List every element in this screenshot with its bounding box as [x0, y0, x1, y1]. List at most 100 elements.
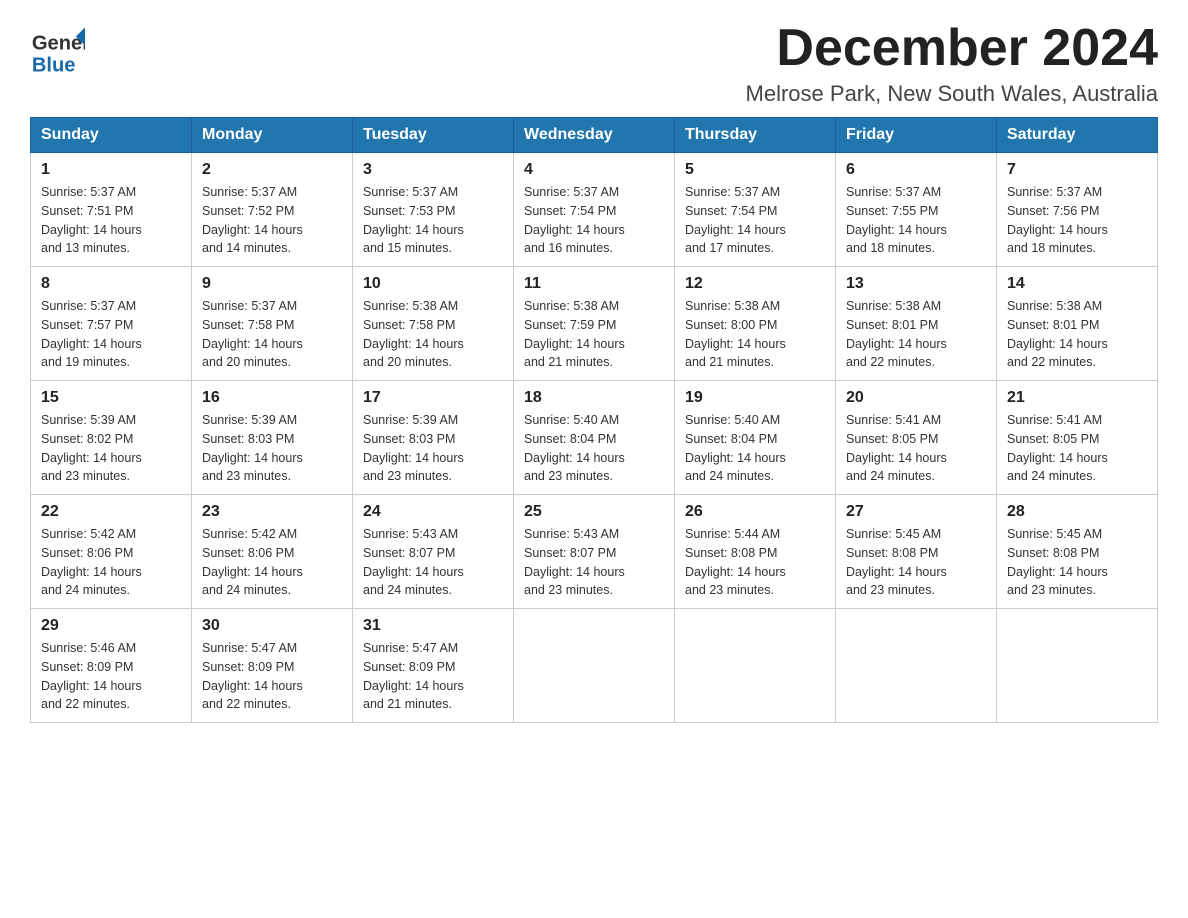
day-number: 27: [846, 503, 986, 521]
day-cell: 19 Sunrise: 5:40 AM Sunset: 8:04 PM Dayl…: [675, 381, 836, 495]
day-info: Sunrise: 5:45 AM Sunset: 8:08 PM Dayligh…: [1007, 525, 1147, 600]
weekday-header-tuesday: Tuesday: [353, 118, 514, 153]
day-cell: 28 Sunrise: 5:45 AM Sunset: 8:08 PM Dayl…: [997, 495, 1158, 609]
day-number: 21: [1007, 389, 1147, 407]
day-cell: 29 Sunrise: 5:46 AM Sunset: 8:09 PM Dayl…: [31, 609, 192, 723]
day-info: Sunrise: 5:46 AM Sunset: 8:09 PM Dayligh…: [41, 639, 181, 714]
day-cell: 22 Sunrise: 5:42 AM Sunset: 8:06 PM Dayl…: [31, 495, 192, 609]
month-title: December 2024: [746, 20, 1158, 77]
day-info: Sunrise: 5:37 AM Sunset: 7:54 PM Dayligh…: [685, 183, 825, 258]
day-number: 10: [363, 275, 503, 293]
day-number: 15: [41, 389, 181, 407]
day-info: Sunrise: 5:37 AM Sunset: 7:57 PM Dayligh…: [41, 297, 181, 372]
day-cell: 25 Sunrise: 5:43 AM Sunset: 8:07 PM Dayl…: [514, 495, 675, 609]
day-cell: 10 Sunrise: 5:38 AM Sunset: 7:58 PM Dayl…: [353, 267, 514, 381]
week-row-1: 1 Sunrise: 5:37 AM Sunset: 7:51 PM Dayli…: [31, 153, 1158, 267]
day-cell: [514, 609, 675, 723]
day-cell: 21 Sunrise: 5:41 AM Sunset: 8:05 PM Dayl…: [997, 381, 1158, 495]
title-section: December 2024 Melrose Park, New South Wa…: [746, 20, 1158, 107]
day-cell: 3 Sunrise: 5:37 AM Sunset: 7:53 PM Dayli…: [353, 153, 514, 267]
day-cell: 20 Sunrise: 5:41 AM Sunset: 8:05 PM Dayl…: [836, 381, 997, 495]
day-number: 28: [1007, 503, 1147, 521]
day-cell: 24 Sunrise: 5:43 AM Sunset: 8:07 PM Dayl…: [353, 495, 514, 609]
day-info: Sunrise: 5:37 AM Sunset: 7:58 PM Dayligh…: [202, 297, 342, 372]
day-info: Sunrise: 5:45 AM Sunset: 8:08 PM Dayligh…: [846, 525, 986, 600]
day-info: Sunrise: 5:43 AM Sunset: 8:07 PM Dayligh…: [524, 525, 664, 600]
day-number: 2: [202, 161, 342, 179]
day-number: 19: [685, 389, 825, 407]
weekday-header-sunday: Sunday: [31, 118, 192, 153]
day-number: 26: [685, 503, 825, 521]
day-number: 25: [524, 503, 664, 521]
day-cell: 9 Sunrise: 5:37 AM Sunset: 7:58 PM Dayli…: [192, 267, 353, 381]
day-number: 8: [41, 275, 181, 293]
day-info: Sunrise: 5:38 AM Sunset: 8:01 PM Dayligh…: [846, 297, 986, 372]
day-info: Sunrise: 5:42 AM Sunset: 8:06 PM Dayligh…: [202, 525, 342, 600]
day-info: Sunrise: 5:38 AM Sunset: 7:59 PM Dayligh…: [524, 297, 664, 372]
week-row-5: 29 Sunrise: 5:46 AM Sunset: 8:09 PM Dayl…: [31, 609, 1158, 723]
weekday-header-wednesday: Wednesday: [514, 118, 675, 153]
day-cell: 18 Sunrise: 5:40 AM Sunset: 8:04 PM Dayl…: [514, 381, 675, 495]
day-number: 9: [202, 275, 342, 293]
day-number: 12: [685, 275, 825, 293]
day-number: 17: [363, 389, 503, 407]
day-cell: 13 Sunrise: 5:38 AM Sunset: 8:01 PM Dayl…: [836, 267, 997, 381]
day-number: 22: [41, 503, 181, 521]
day-cell: [675, 609, 836, 723]
day-cell: 27 Sunrise: 5:45 AM Sunset: 8:08 PM Dayl…: [836, 495, 997, 609]
week-row-2: 8 Sunrise: 5:37 AM Sunset: 7:57 PM Dayli…: [31, 267, 1158, 381]
day-cell: 4 Sunrise: 5:37 AM Sunset: 7:54 PM Dayli…: [514, 153, 675, 267]
day-info: Sunrise: 5:39 AM Sunset: 8:03 PM Dayligh…: [363, 411, 503, 486]
day-number: 23: [202, 503, 342, 521]
week-row-4: 22 Sunrise: 5:42 AM Sunset: 8:06 PM Dayl…: [31, 495, 1158, 609]
day-info: Sunrise: 5:47 AM Sunset: 8:09 PM Dayligh…: [202, 639, 342, 714]
day-number: 31: [363, 617, 503, 635]
day-cell: 23 Sunrise: 5:42 AM Sunset: 8:06 PM Dayl…: [192, 495, 353, 609]
day-info: Sunrise: 5:39 AM Sunset: 8:02 PM Dayligh…: [41, 411, 181, 486]
day-number: 30: [202, 617, 342, 635]
location-title: Melrose Park, New South Wales, Australia: [746, 81, 1158, 107]
day-number: 5: [685, 161, 825, 179]
day-number: 24: [363, 503, 503, 521]
day-info: Sunrise: 5:38 AM Sunset: 7:58 PM Dayligh…: [363, 297, 503, 372]
day-number: 16: [202, 389, 342, 407]
logo-icon: General Blue: [30, 20, 85, 75]
day-info: Sunrise: 5:42 AM Sunset: 8:06 PM Dayligh…: [41, 525, 181, 600]
day-cell: 30 Sunrise: 5:47 AM Sunset: 8:09 PM Dayl…: [192, 609, 353, 723]
day-number: 7: [1007, 161, 1147, 179]
day-cell: 2 Sunrise: 5:37 AM Sunset: 7:52 PM Dayli…: [192, 153, 353, 267]
logo: General Blue: [30, 20, 85, 75]
day-info: Sunrise: 5:44 AM Sunset: 8:08 PM Dayligh…: [685, 525, 825, 600]
day-info: Sunrise: 5:41 AM Sunset: 8:05 PM Dayligh…: [1007, 411, 1147, 486]
day-info: Sunrise: 5:37 AM Sunset: 7:56 PM Dayligh…: [1007, 183, 1147, 258]
day-number: 3: [363, 161, 503, 179]
day-cell: 15 Sunrise: 5:39 AM Sunset: 8:02 PM Dayl…: [31, 381, 192, 495]
day-info: Sunrise: 5:38 AM Sunset: 8:01 PM Dayligh…: [1007, 297, 1147, 372]
day-info: Sunrise: 5:37 AM Sunset: 7:53 PM Dayligh…: [363, 183, 503, 258]
day-cell: 31 Sunrise: 5:47 AM Sunset: 8:09 PM Dayl…: [353, 609, 514, 723]
day-cell: 14 Sunrise: 5:38 AM Sunset: 8:01 PM Dayl…: [997, 267, 1158, 381]
day-number: 11: [524, 275, 664, 293]
day-number: 29: [41, 617, 181, 635]
calendar-table: SundayMondayTuesdayWednesdayThursdayFrid…: [30, 117, 1158, 723]
day-cell: [836, 609, 997, 723]
day-number: 14: [1007, 275, 1147, 293]
week-row-3: 15 Sunrise: 5:39 AM Sunset: 8:02 PM Dayl…: [31, 381, 1158, 495]
svg-text:Blue: Blue: [32, 54, 76, 75]
weekday-header-friday: Friday: [836, 118, 997, 153]
day-cell: 6 Sunrise: 5:37 AM Sunset: 7:55 PM Dayli…: [836, 153, 997, 267]
day-cell: 17 Sunrise: 5:39 AM Sunset: 8:03 PM Dayl…: [353, 381, 514, 495]
day-info: Sunrise: 5:47 AM Sunset: 8:09 PM Dayligh…: [363, 639, 503, 714]
day-cell: 1 Sunrise: 5:37 AM Sunset: 7:51 PM Dayli…: [31, 153, 192, 267]
day-number: 1: [41, 161, 181, 179]
day-cell: 26 Sunrise: 5:44 AM Sunset: 8:08 PM Dayl…: [675, 495, 836, 609]
day-cell: 8 Sunrise: 5:37 AM Sunset: 7:57 PM Dayli…: [31, 267, 192, 381]
day-cell: 7 Sunrise: 5:37 AM Sunset: 7:56 PM Dayli…: [997, 153, 1158, 267]
page-header: General Blue December 2024 Melrose Park,…: [30, 20, 1158, 107]
day-number: 18: [524, 389, 664, 407]
day-cell: [997, 609, 1158, 723]
day-cell: 16 Sunrise: 5:39 AM Sunset: 8:03 PM Dayl…: [192, 381, 353, 495]
day-number: 20: [846, 389, 986, 407]
weekday-header-thursday: Thursday: [675, 118, 836, 153]
day-cell: 12 Sunrise: 5:38 AM Sunset: 8:00 PM Dayl…: [675, 267, 836, 381]
